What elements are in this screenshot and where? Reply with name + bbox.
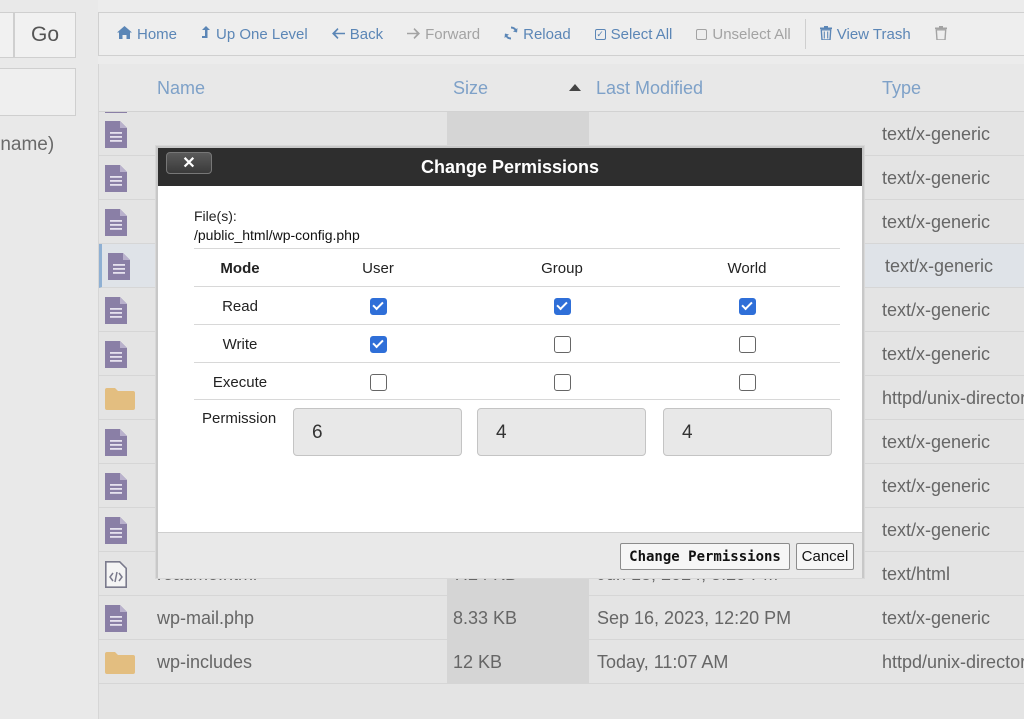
file-path: /public_html/wp-config.php	[194, 227, 360, 243]
world-write-checkbox[interactable]	[738, 335, 756, 353]
permission-row-write: Write	[194, 324, 840, 362]
checkbox-cell	[654, 325, 840, 363]
group-read-checkbox[interactable]	[553, 297, 571, 315]
user-execute-checkbox[interactable]	[369, 373, 387, 391]
files-label: File(s):	[194, 208, 237, 224]
checkbox-cell	[654, 363, 840, 401]
world-read-checkbox[interactable]	[738, 297, 756, 315]
column-mode: Mode	[220, 259, 260, 277]
checkbox-cell	[470, 363, 654, 401]
checkbox-cell	[286, 287, 470, 325]
group-permission-input[interactable]: 4	[477, 408, 646, 456]
permissions-header-row: Mode User Group World	[194, 248, 840, 286]
dialog-title: Change Permissions	[420, 157, 600, 177]
group-execute-checkbox[interactable]	[553, 373, 571, 391]
checkbox-cell	[286, 363, 470, 401]
checkbox-cell	[470, 325, 654, 363]
mode-label: Read	[222, 297, 258, 315]
world-permission-input[interactable]: 4	[663, 408, 832, 456]
permission-row-execute: Execute	[194, 362, 840, 400]
user-permission-input[interactable]: 6	[293, 408, 462, 456]
world-execute-checkbox[interactable]	[738, 373, 756, 391]
user-write-checkbox[interactable]	[369, 335, 387, 353]
checkbox-cell	[654, 287, 840, 325]
group-write-checkbox[interactable]	[553, 335, 571, 353]
change-permissions-dialog: ✕ Change Permissions File(s): /public_ht…	[156, 146, 864, 578]
dialog-footer: Change Permissions Cancel	[158, 532, 862, 578]
permission-label: Permission	[202, 410, 277, 427]
column-group: Group	[541, 259, 583, 277]
checkbox-cell	[286, 325, 470, 363]
checkbox-cell	[470, 287, 654, 325]
permission-row-read: Read	[194, 286, 840, 324]
cancel-button[interactable]: Cancel	[796, 543, 854, 570]
column-world: World	[727, 259, 767, 277]
user-read-checkbox[interactable]	[369, 297, 387, 315]
change-permissions-button[interactable]: Change Permissions	[620, 543, 790, 570]
mode-label: Execute	[212, 373, 268, 391]
column-user: User	[362, 259, 394, 277]
mode-label: Write	[222, 335, 258, 353]
permissions-table: Mode User Group World Read Write Execute	[194, 248, 840, 400]
dialog-header: ✕ Change Permissions	[158, 148, 862, 186]
